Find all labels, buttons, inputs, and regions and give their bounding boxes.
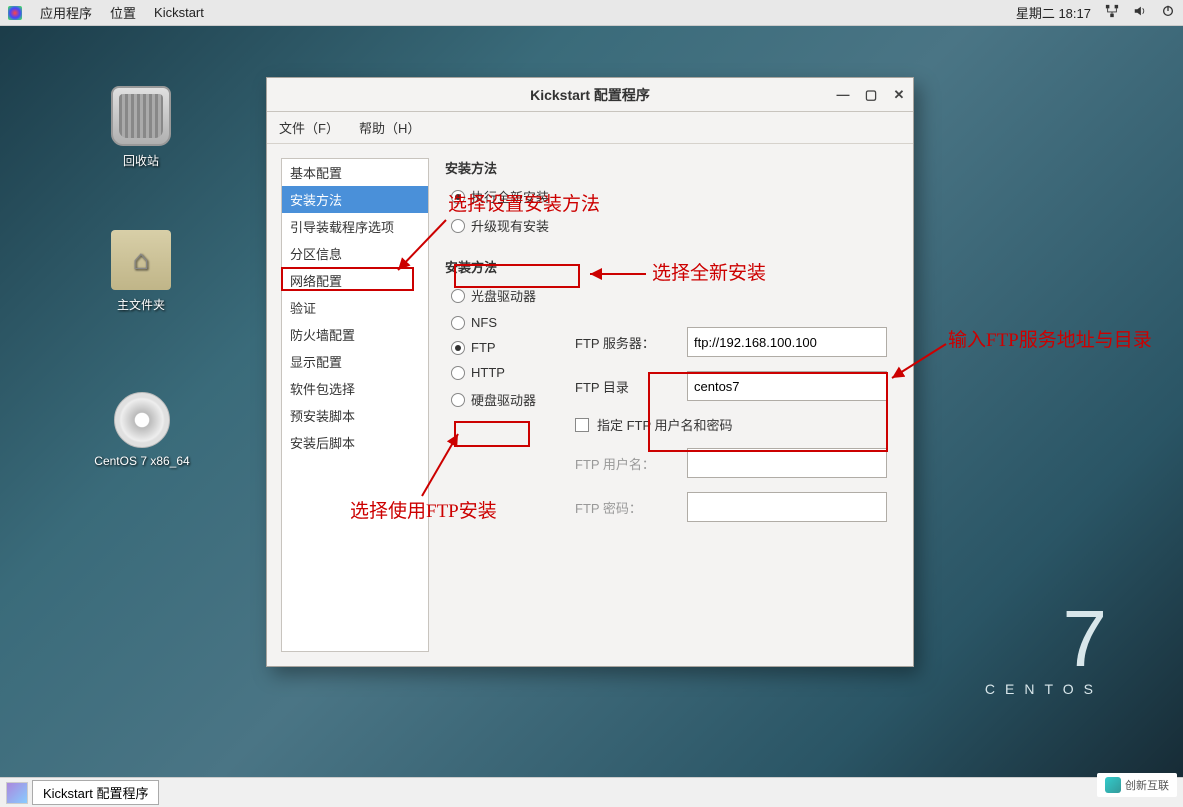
taskbar: Kickstart 配置程序 (0, 777, 1183, 807)
menu-applications[interactable]: 应用程序 (40, 3, 92, 22)
radio-new-install[interactable]: 执行全新安装 (445, 185, 899, 208)
sidebar-item-basic[interactable]: 基本配置 (282, 159, 428, 186)
desktop-trash-label: 回收站 (96, 152, 186, 169)
activities-icon[interactable] (8, 6, 22, 20)
gnome-topbar: 应用程序 位置 Kickstart 星期二 18:17 (0, 0, 1183, 26)
annotation-text-3: 输入FTP服务地址与目录 (948, 326, 1152, 356)
sidebar-item-firewall[interactable]: 防火墙配置 (282, 321, 428, 348)
radio-icon (451, 219, 465, 233)
centos-watermark: 7 CENTOS (985, 607, 1103, 697)
section-install-source: 安装方法 (445, 257, 899, 276)
power-icon[interactable] (1161, 4, 1175, 21)
sidebar-item-packages[interactable]: 软件包选择 (282, 375, 428, 402)
checkbox-ftp-auth[interactable] (575, 418, 589, 432)
desktop-trash[interactable]: 回收站 (96, 86, 186, 169)
radio-icon (451, 393, 465, 407)
radio-icon (451, 316, 465, 330)
content-panel: 安装方法 执行全新安装 升级现有安装 安装方法 光盘驱动器 NFS FTP HT… (445, 158, 899, 652)
sidebar: 基本配置 安装方法 引导装载程序选项 分区信息 网络配置 验证 防火墙配置 显示… (281, 158, 429, 652)
window-title: Kickstart 配置程序 (530, 85, 650, 105)
radio-cdrom[interactable]: 光盘驱动器 (445, 284, 899, 307)
label-ftp-dir: FTP 目录 (575, 377, 675, 396)
radio-icon (451, 190, 465, 204)
desktop-home[interactable]: 主文件夹 (96, 230, 186, 313)
menu-file[interactable]: 文件（F） (279, 118, 339, 137)
label-ftp-auth: 指定 FTP 用户名和密码 (597, 415, 733, 434)
window-menubar: 文件（F） 帮助（H） (267, 112, 913, 144)
kickstart-window: Kickstart 配置程序 — ▢ ✕ 文件（F） 帮助（H） 基本配置 安装… (266, 77, 914, 667)
desktop-cd[interactable]: CentOS 7 x86_64 (72, 392, 212, 468)
window-titlebar[interactable]: Kickstart 配置程序 — ▢ ✕ (267, 78, 913, 112)
desktop-cd-label: CentOS 7 x86_64 (72, 454, 212, 468)
label-ftp-server: FTP 服务器： (575, 333, 675, 352)
show-desktop-button[interactable] (6, 782, 28, 804)
label-ftp-pass: FTP 密码： (575, 498, 675, 517)
input-ftp-user (687, 448, 887, 478)
sidebar-item-network[interactable]: 网络配置 (282, 267, 428, 294)
sidebar-item-postscript[interactable]: 安装后脚本 (282, 429, 428, 456)
watermark-icon (1105, 777, 1121, 793)
taskbar-task-kickstart[interactable]: Kickstart 配置程序 (32, 780, 159, 805)
input-ftp-server[interactable] (687, 327, 887, 357)
sidebar-item-auth[interactable]: 验证 (282, 294, 428, 321)
network-icon[interactable] (1105, 4, 1119, 21)
input-ftp-pass (687, 492, 887, 522)
sidebar-item-display[interactable]: 显示配置 (282, 348, 428, 375)
radio-icon (451, 366, 465, 380)
radio-upgrade[interactable]: 升级现有安装 (445, 214, 899, 237)
input-ftp-dir[interactable] (687, 371, 887, 401)
sidebar-item-prescript[interactable]: 预安装脚本 (282, 402, 428, 429)
desktop-home-label: 主文件夹 (96, 296, 186, 313)
menu-kickstart[interactable]: Kickstart (154, 5, 204, 20)
sidebar-item-bootloader[interactable]: 引导装载程序选项 (282, 213, 428, 240)
label-ftp-user: FTP 用户名： (575, 454, 675, 473)
sidebar-item-partition[interactable]: 分区信息 (282, 240, 428, 267)
radio-icon (451, 341, 465, 355)
volume-icon[interactable] (1133, 4, 1147, 21)
menu-help[interactable]: 帮助（H） (359, 118, 420, 137)
window-maximize-button[interactable]: ▢ (863, 87, 879, 103)
section-install-type: 安装方法 (445, 158, 899, 177)
sidebar-item-install-method[interactable]: 安装方法 (282, 186, 428, 213)
clock[interactable]: 星期二 18:17 (1016, 3, 1091, 22)
window-minimize-button[interactable]: — (835, 87, 851, 103)
watermark: 创新互联 (1097, 773, 1177, 797)
menu-places[interactable]: 位置 (110, 3, 136, 22)
window-close-button[interactable]: ✕ (891, 87, 907, 103)
radio-icon (451, 289, 465, 303)
